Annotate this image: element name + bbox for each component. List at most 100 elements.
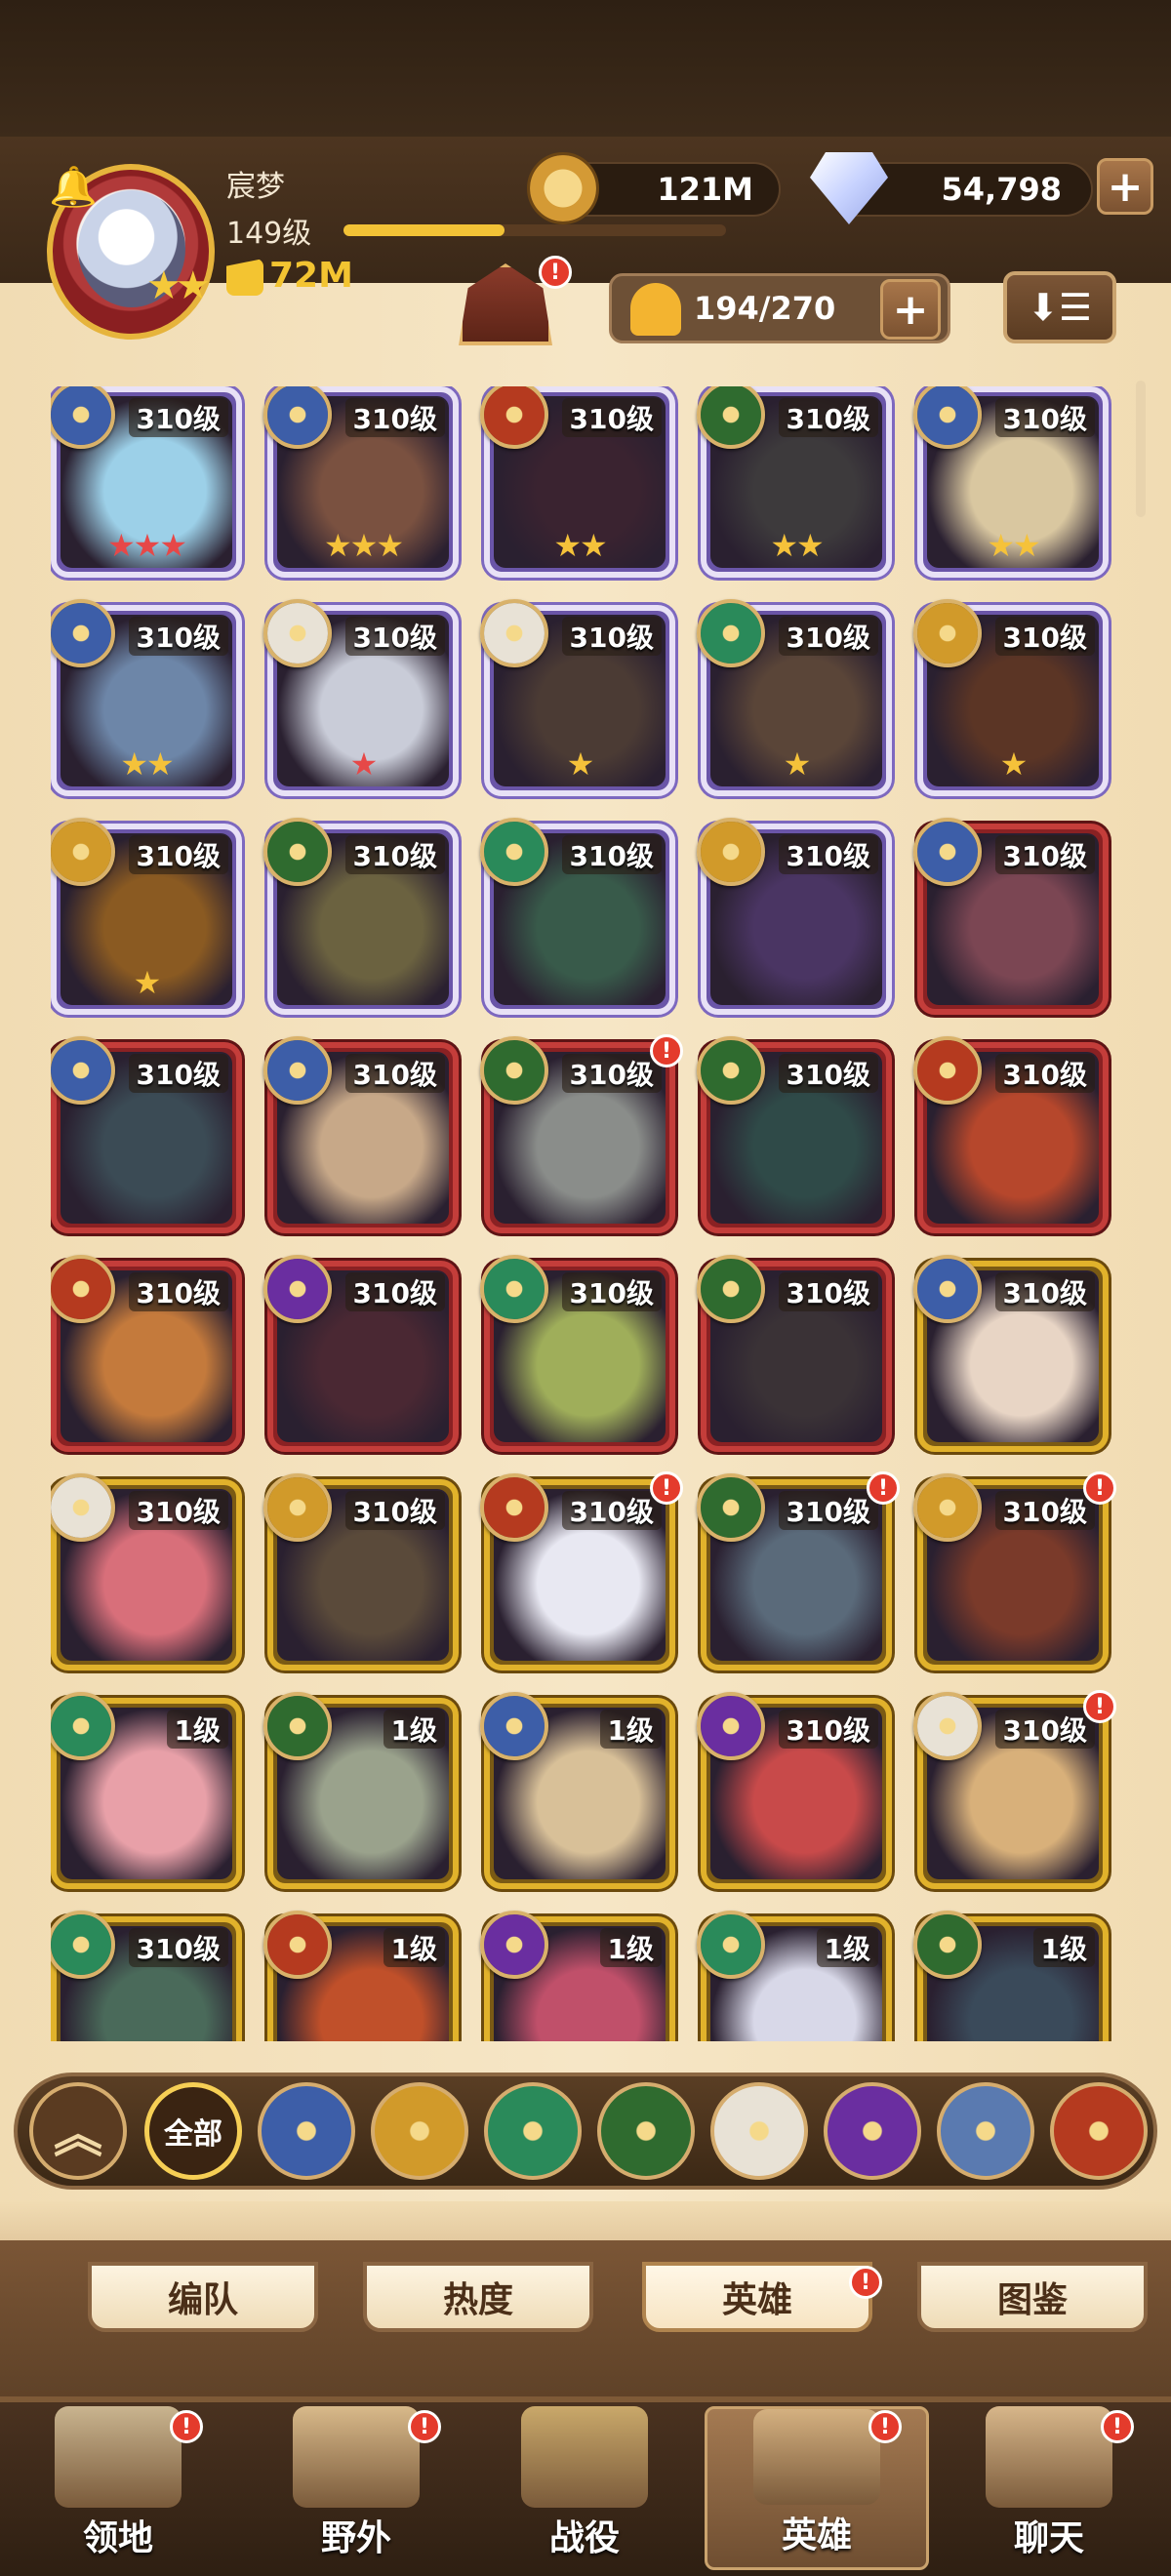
subtab-2[interactable]: 热度 (363, 2262, 593, 2332)
hero-card[interactable]: 310级! (480, 1471, 683, 1670)
filter-celestial-button[interactable] (258, 2082, 355, 2180)
hero-card[interactable]: 1级 (480, 1692, 675, 1889)
hero-level: 310级 (561, 835, 662, 874)
hero-card[interactable]: 310级 (480, 818, 675, 1015)
filter-all-button[interactable]: 全部 (144, 2082, 242, 2180)
nature-faction-icon (480, 1036, 548, 1105)
hero-card[interactable]: 310级! (913, 1471, 1116, 1670)
filter-nature-button[interactable] (597, 2082, 695, 2180)
radiant-faction-icon (263, 1473, 332, 1542)
hero-card[interactable]: 310级 ★ (263, 599, 459, 796)
hero-card[interactable]: 310级 ★ (480, 599, 675, 796)
chest-notification-badge: ! (539, 256, 572, 289)
hero-level: 310级 (344, 835, 445, 874)
hero-card[interactable]: 1级 (480, 1911, 675, 2041)
hero-level: 310级 (344, 1272, 445, 1311)
subtab-4[interactable]: 图鉴 (917, 2262, 1148, 2332)
hero-level: 310级 (344, 1491, 445, 1530)
radiant-faction-icon (913, 1473, 982, 1542)
collapse-filter-button[interactable]: ︽ (29, 2082, 127, 2180)
nav-label: 英雄 (781, 2516, 852, 2556)
hero-card[interactable]: 310级 (913, 818, 1109, 1015)
hero-star-rating: ★ (133, 964, 162, 1001)
filter-radiant-button[interactable] (371, 2082, 468, 2180)
hero-level: 310级 (778, 1710, 878, 1749)
hero-card[interactable]: 310级! (480, 1034, 683, 1233)
hero-card[interactable]: 310级 (51, 1036, 242, 1233)
hero-level: 310级 (561, 1272, 662, 1311)
hero-card[interactable]: 1级 (263, 1692, 459, 1889)
hero-card[interactable]: 310级 (51, 1911, 242, 2041)
nav-item-3[interactable]: 战役 (472, 2406, 697, 2570)
hero-level: 310级 (778, 1272, 878, 1311)
hero-card[interactable]: 310级 ★★ (697, 386, 892, 578)
subtab-1[interactable]: 编队 (88, 2262, 318, 2332)
hero-level: 310级 (128, 1928, 228, 1967)
combat-power: 72M (226, 256, 353, 296)
filter-light-button[interactable] (710, 2082, 808, 2180)
sort-button[interactable]: ⬇☰ (1003, 271, 1116, 343)
hero-level: 310级 (994, 398, 1095, 437)
hero-level: 1级 (383, 1928, 445, 1967)
hero-star-rating: ★★ (987, 527, 1040, 564)
subtab-3[interactable]: 英雄 (642, 2262, 872, 2332)
hero-card[interactable]: 310级! (913, 1690, 1116, 1889)
hero-card[interactable]: 310级 ★ (913, 599, 1109, 796)
person-icon (630, 283, 681, 336)
hero-card[interactable]: 310级 (480, 1255, 675, 1452)
hero-level: 310级 (561, 1491, 662, 1530)
forest-faction-icon (480, 818, 548, 886)
hero-level: 310级 (994, 835, 1095, 874)
hero-star-rating: ★★ (770, 527, 824, 564)
sword-icon (521, 2406, 648, 2508)
hero-star-rating: ★ (566, 745, 595, 783)
hero-level: 310级 (994, 1054, 1095, 1093)
fist-icon (226, 259, 263, 296)
shadow-faction-icon (697, 1692, 765, 1760)
hero-level: 310级 (778, 398, 878, 437)
hero-card[interactable]: 310级 ★★ (51, 599, 242, 796)
hero-card[interactable]: 1级 (51, 1692, 242, 1889)
subtab-notification-badge: ! (849, 2266, 882, 2299)
hero-card[interactable]: 310级 (697, 1255, 892, 1452)
hero-card[interactable]: 310级 (697, 1692, 892, 1889)
hero-card[interactable]: 310级 ★★ (480, 386, 675, 578)
hero-card[interactable]: 310级! (697, 1471, 900, 1670)
hero-level: 310级 (994, 1710, 1095, 1749)
hero-card[interactable]: 310级 (263, 1255, 459, 1452)
hero-level: 1级 (383, 1710, 445, 1749)
top-band (0, 0, 1171, 137)
hero-level: 310级 (344, 617, 445, 656)
celestial-faction-icon (480, 1692, 548, 1760)
expand-capacity-button[interactable]: + (880, 279, 941, 340)
hero-card[interactable]: 310级 ★★ (913, 386, 1109, 578)
map-scroll-icon (293, 2406, 420, 2508)
add-diamonds-button[interactable]: + (1097, 158, 1153, 215)
hero-level: 1级 (816, 1928, 878, 1967)
hero-card[interactable]: 310级 (697, 1036, 892, 1233)
hero-card[interactable]: 310级 (51, 1473, 242, 1670)
filter-inferno-button[interactable] (1050, 2082, 1148, 2180)
hero-card[interactable]: 310级 (263, 818, 459, 1015)
filter-mech-button[interactable] (937, 2082, 1034, 2180)
hero-level: 1级 (1032, 1928, 1095, 1967)
hero-card[interactable]: 310级 (913, 1255, 1109, 1452)
hero-card[interactable]: 1级 (263, 1911, 459, 2041)
hero-card[interactable]: 310级 (51, 1255, 242, 1452)
hero-card[interactable]: 310级 ★ (51, 818, 242, 1015)
scrollbar[interactable] (1136, 381, 1146, 517)
hero-card[interactable]: 310级 ★★★ (263, 386, 459, 578)
hero-card[interactable]: 310级 (697, 818, 892, 1015)
hero-level: 310级 (344, 398, 445, 437)
hero-card[interactable]: 1级 (697, 1911, 892, 2041)
hero-card[interactable]: 310级 (263, 1473, 459, 1670)
filter-forest-button[interactable] (484, 2082, 582, 2180)
hero-card[interactable]: 310级 (263, 1036, 459, 1233)
hero-notification-badge: ! (867, 1471, 900, 1505)
hero-card[interactable]: 1级 (913, 1911, 1109, 2041)
hero-card[interactable]: 310级 ★ (697, 599, 892, 796)
hero-card[interactable]: 310级 ★★★ (51, 386, 242, 578)
hero-level: 310级 (128, 1491, 228, 1530)
filter-shadow-button[interactable] (824, 2082, 921, 2180)
hero-card[interactable]: 310级 (913, 1036, 1109, 1233)
